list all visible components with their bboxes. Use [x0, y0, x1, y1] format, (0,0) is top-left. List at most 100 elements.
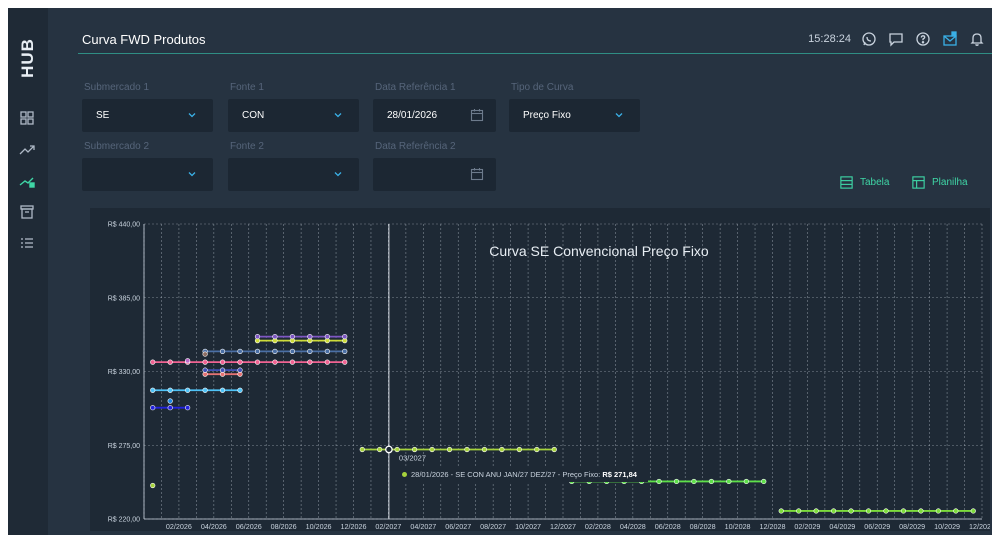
data-point [551, 446, 557, 453]
sidebar: HUB [8, 8, 48, 535]
data-point [237, 367, 243, 373]
app-window: HUB Curva FWD Produtos 15:28:24 Submerca… [8, 8, 992, 535]
data-point [935, 508, 941, 514]
forward-curve-chart[interactable]: R$ 220,00 R$ 275,00 R$ 330,00 R$ 385,00 R$ 4… [90, 208, 990, 531]
chevron-down-icon [188, 172, 196, 177]
submercado2-select[interactable] [82, 158, 213, 191]
fonte1-select[interactable]: CON [228, 99, 359, 132]
data-point [691, 478, 697, 485]
x-tick-label: 02/2026 [166, 522, 192, 531]
spreadsheet-icon [912, 176, 925, 189]
data-point [499, 446, 505, 453]
data-point [708, 478, 714, 485]
x-tick-label: 06/2029 [864, 522, 890, 531]
datareferencia1-label: Data Referência 1 [375, 82, 456, 93]
fonte2-select[interactable] [228, 158, 359, 191]
data-point [167, 398, 173, 404]
table-view-label: Tabela [860, 177, 890, 188]
fonte1-value: CON [242, 110, 265, 121]
x-tick-label: 02/2027 [375, 522, 401, 531]
data-point [726, 478, 732, 485]
data-point [219, 367, 226, 373]
table-view-button[interactable]: Tabela [839, 175, 889, 190]
x-tick-label: 04/2029 [829, 522, 855, 531]
x-tick-label: 04/2028 [620, 522, 646, 531]
x-tick-label: 06/2027 [445, 522, 471, 531]
data-point [412, 446, 418, 453]
x-tick-label: 12/2029 [969, 522, 990, 531]
trend-icon[interactable] [18, 141, 36, 159]
table-icon [840, 176, 853, 189]
x-tick-label: 12/2028 [760, 522, 786, 531]
data-point [761, 478, 767, 485]
y-tick-label: R$ 220,00 [108, 517, 140, 524]
data-point [219, 359, 226, 365]
sheet-view-button[interactable]: Planilha [911, 175, 968, 190]
data-point [446, 446, 453, 453]
hub-logo[interactable]: HUB [13, 30, 43, 86]
data-point [219, 348, 226, 354]
data-point [324, 359, 330, 365]
data-point [534, 446, 540, 453]
archive-icon[interactable] [18, 203, 36, 221]
help-icon[interactable] [914, 30, 932, 48]
fonte1-label: Fonte 1 [230, 82, 264, 93]
tooltip-month: 03/2027 [399, 453, 426, 462]
data-point [272, 359, 278, 365]
chat-icon[interactable] [887, 30, 905, 48]
header-actions: 15:28:24 [808, 30, 986, 48]
data-point [219, 387, 226, 393]
chart-svg[interactable]: R$ 220,00 R$ 275,00 R$ 330,00 R$ 385,00 R$ 4… [90, 208, 990, 532]
data-point [202, 359, 208, 365]
data-point [150, 387, 156, 393]
datareferencia2-input[interactable] [373, 158, 496, 191]
data-point [167, 359, 173, 365]
data-point [883, 508, 889, 514]
data-point [865, 508, 872, 514]
data-point [377, 446, 383, 453]
bell-icon[interactable] [968, 30, 986, 48]
data-point [307, 334, 313, 340]
submercado1-select[interactable]: SE [82, 99, 213, 132]
x-tick-label: 10/2027 [515, 522, 541, 531]
data-point [831, 508, 837, 514]
data-point [359, 446, 365, 453]
y-tick-label: R$ 330,00 [108, 369, 140, 376]
data-point [324, 348, 330, 354]
calendar-icon[interactable] [470, 167, 484, 181]
x-tick-label: 10/2029 [934, 522, 960, 531]
tooltip-value: R$ 271,84 [602, 469, 637, 479]
tipocurva-select[interactable]: Preço Fixo [509, 99, 640, 132]
x-tick-label: 10/2028 [725, 522, 751, 531]
data-point [289, 348, 295, 354]
data-point [656, 478, 662, 485]
logo-text: HUB [18, 38, 37, 78]
data-point [167, 405, 173, 411]
list-icon[interactable] [18, 234, 36, 252]
data-point [743, 478, 749, 485]
hover-point [385, 445, 393, 454]
y-tick-label: R$ 440,00 [108, 222, 140, 229]
x-tick-label: 08/2029 [899, 522, 925, 531]
calendar-icon[interactable] [470, 108, 484, 122]
whatsapp-icon[interactable] [860, 30, 878, 48]
submercado1-value: SE [96, 110, 110, 121]
data-point [481, 446, 488, 453]
data-point [185, 387, 191, 393]
chart-tooltip: 28/01/2026 - SE CON ANU JAN/27 DEZ/27 - … [400, 466, 648, 482]
data-point [237, 387, 243, 393]
chevron-down-icon [334, 113, 342, 118]
dashboard-icon[interactable] [18, 109, 36, 127]
x-tick-label: 06/2028 [655, 522, 681, 531]
fonte2-label: Fonte 2 [230, 141, 264, 152]
x-tick-label: 02/2029 [794, 522, 820, 531]
data-point [150, 405, 156, 411]
mail-icon[interactable] [941, 30, 959, 48]
x-tick-label: 08/2026 [271, 522, 297, 531]
page-title: Curva FWD Produtos [82, 32, 206, 47]
curve-icon[interactable] [18, 172, 36, 190]
datareferencia1-input[interactable]: 28/01/2026 [373, 99, 496, 132]
datareferencia1-value: 28/01/2026 [387, 110, 438, 121]
data-point [970, 508, 976, 514]
data-point [289, 334, 295, 340]
